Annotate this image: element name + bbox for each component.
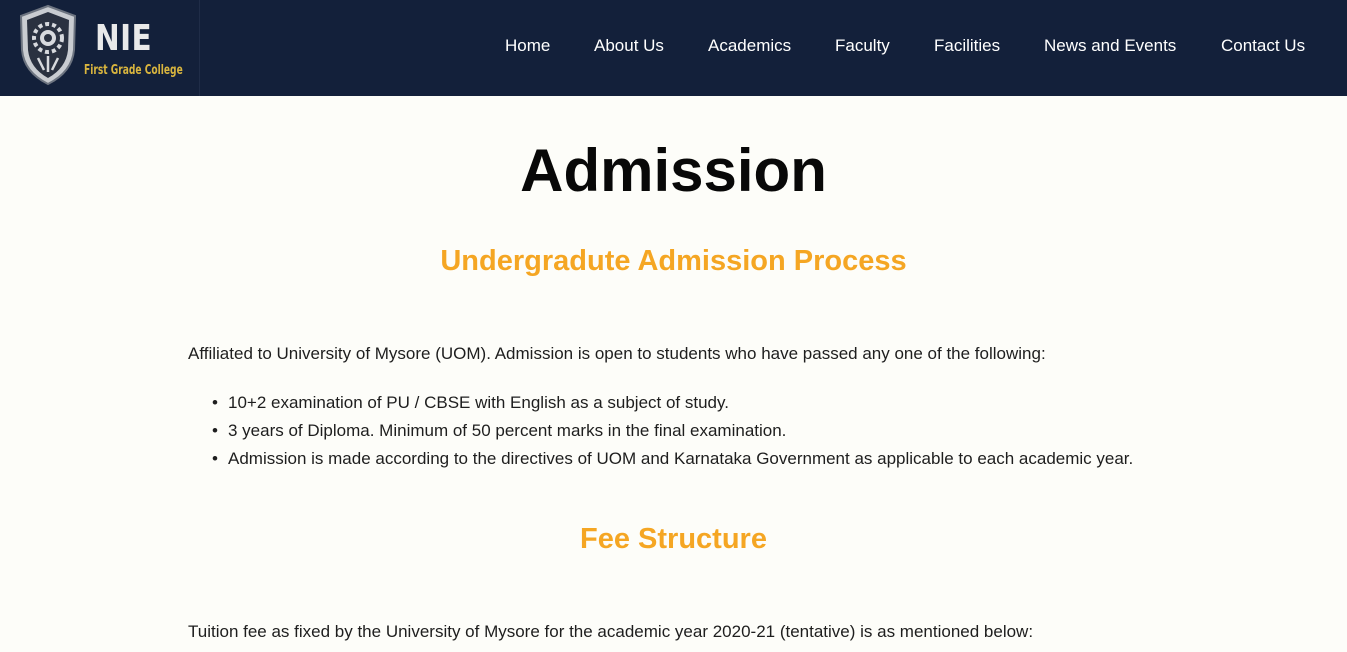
requirement-text: 3 years of Diploma. Minimum of 50 percen… xyxy=(228,421,787,440)
nav-academics[interactable]: Academics xyxy=(708,36,791,56)
shield-gear-emblem-icon xyxy=(19,4,77,86)
bullet-icon: • xyxy=(212,393,218,412)
logo-subtitle: First Grade College xyxy=(84,63,183,78)
list-item: • 10+2 examination of PU / CBSE with Eng… xyxy=(212,389,1158,417)
fee-structure-heading: Fee Structure xyxy=(580,523,767,555)
admission-requirements-list: • 10+2 examination of PU / CBSE with Eng… xyxy=(212,389,1158,473)
page-title: Admission xyxy=(520,137,827,204)
fee-intro-text: Tuition fee as fixed by the University o… xyxy=(188,622,1034,641)
admission-process-heading: Undergradute Admission Process xyxy=(440,245,907,277)
top-navbar: NIE First Grade College Home About Us Ac… xyxy=(0,0,1347,96)
nav-home[interactable]: Home xyxy=(505,36,550,56)
nav-news-and-events[interactable]: News and Events xyxy=(1044,36,1176,56)
logo-title: NIE xyxy=(95,18,153,59)
list-item: • 3 years of Diploma. Minimum of 50 perc… xyxy=(212,417,1158,445)
nav-about-us[interactable]: About Us xyxy=(594,36,664,56)
requirement-text: Admission is made according to the direc… xyxy=(228,449,1134,468)
nav-contact-us[interactable]: Contact Us xyxy=(1221,36,1305,56)
admission-intro-text: Affiliated to University of Mysore (UOM)… xyxy=(188,344,1046,363)
list-item: • Admission is made according to the dir… xyxy=(212,445,1158,473)
nav-facilities[interactable]: Facilities xyxy=(934,36,1000,56)
requirement-text: 10+2 examination of PU / CBSE with Engli… xyxy=(228,393,729,412)
bullet-icon: • xyxy=(212,449,218,468)
bullet-icon: • xyxy=(212,421,218,440)
nav-faculty[interactable]: Faculty xyxy=(835,36,890,56)
logo-link[interactable]: NIE First Grade College xyxy=(0,0,200,96)
